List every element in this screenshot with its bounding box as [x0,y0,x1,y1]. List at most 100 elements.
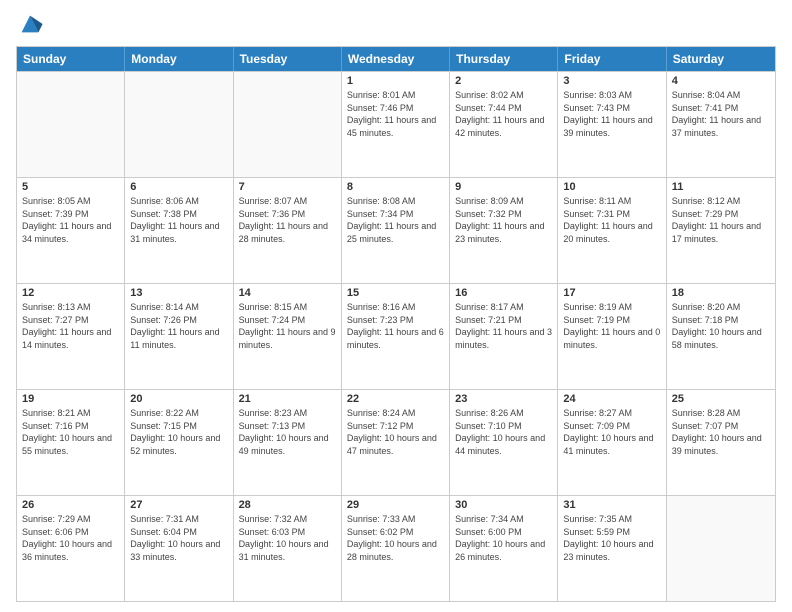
calendar-day-cell: 28Sunrise: 7:32 AM Sunset: 6:03 PM Dayli… [234,496,342,601]
cell-date: 27 [130,499,227,511]
calendar-day-cell: 31 Sunrise: 7:35 AM Sunset: 5:59 PM Dayli… [558,496,666,601]
cell-info: Sunrise: 8:24 AM Sunset: 7:12 PM Dayligh… [347,407,444,457]
cell-info: Sunrise: 8:03 AM Sunset: 7:43 PM Dayligh… [563,89,660,139]
cell-info: Sunrise: 8:05 AM Sunset: 7:39 PM Dayligh… [22,195,119,245]
cell-date: 24 [563,393,660,405]
page: SundayMondayTuesdayWednesdayThursdayFrid… [0,0,792,612]
cell-info: Sunrise: 8:01 AM Sunset: 7:46 PM Dayligh… [347,89,444,139]
cell-date: 21 [239,393,336,405]
cell-info: Sunrise: 8:09 AM Sunset: 7:32 PM Dayligh… [455,195,552,245]
cell-date: 3 [563,75,660,87]
cell-info: Sunrise: 7:35 AM Sunset: 5:59 PM Dayligh… [563,513,660,563]
calendar-day-cell: 14 Sunrise: 8:15 AM Sunset: 7:24 PM Dayli… [234,284,342,389]
logo-icon [16,10,44,38]
calendar-day-cell: 26Sunrise: 7:29 AM Sunset: 6:06 PM Dayli… [17,496,125,601]
calendar-day-cell: 5 Sunrise: 8:05 AM Sunset: 7:39 PM Daylig… [17,178,125,283]
cell-date: 2 [455,75,552,87]
cell-info: Sunrise: 8:19 AM Sunset: 7:19 PM Dayligh… [563,301,660,351]
calendar-day-cell [667,496,775,601]
cell-info: Sunrise: 8:04 AM Sunset: 7:41 PM Dayligh… [672,89,770,139]
calendar-day-cell: 10 Sunrise: 8:11 AM Sunset: 7:31 PM Dayli… [558,178,666,283]
cell-date: 22 [347,393,444,405]
calendar-day-cell: 2Sunrise: 8:02 AM Sunset: 7:44 PM Daylig… [450,72,558,177]
calendar-week-0: 1 Sunrise: 8:01 AM Sunset: 7:46 PM Daylig… [17,71,775,177]
cell-info: Sunrise: 8:08 AM Sunset: 7:34 PM Dayligh… [347,195,444,245]
cell-date: 9 [455,181,552,193]
calendar-day-cell: 30 Sunrise: 7:34 AM Sunset: 6:00 PM Dayli… [450,496,558,601]
calendar-week-3: 19Sunrise: 8:21 AM Sunset: 7:16 PM Dayli… [17,389,775,495]
calendar-week-4: 26Sunrise: 7:29 AM Sunset: 6:06 PM Dayli… [17,495,775,601]
calendar-day-cell: 22 Sunrise: 8:24 AM Sunset: 7:12 PM Dayli… [342,390,450,495]
calendar-header-wednesday: Wednesday [342,47,450,71]
cell-date: 14 [239,287,336,299]
cell-info: Sunrise: 7:29 AM Sunset: 6:06 PM Dayligh… [22,513,119,563]
header [16,10,776,38]
cell-info: Sunrise: 7:32 AM Sunset: 6:03 PM Dayligh… [239,513,336,563]
cell-date: 1 [347,75,444,87]
cell-info: Sunrise: 8:07 AM Sunset: 7:36 PM Dayligh… [239,195,336,245]
calendar-day-cell: 23Sunrise: 8:26 AM Sunset: 7:10 PM Dayli… [450,390,558,495]
cell-info: Sunrise: 8:28 AM Sunset: 7:07 PM Dayligh… [672,407,770,457]
cell-date: 4 [672,75,770,87]
calendar-day-cell: 18 Sunrise: 8:20 AM Sunset: 7:18 PM Dayli… [667,284,775,389]
calendar-day-cell: 19Sunrise: 8:21 AM Sunset: 7:16 PM Dayli… [17,390,125,495]
calendar-day-cell: 17 Sunrise: 8:19 AM Sunset: 7:19 PM Dayli… [558,284,666,389]
cell-info: Sunrise: 8:13 AM Sunset: 7:27 PM Dayligh… [22,301,119,351]
calendar-header-tuesday: Tuesday [234,47,342,71]
cell-info: Sunrise: 8:11 AM Sunset: 7:31 PM Dayligh… [563,195,660,245]
cell-info: Sunrise: 8:15 AM Sunset: 7:24 PM Dayligh… [239,301,336,351]
calendar-day-cell: 24 Sunrise: 8:27 AM Sunset: 7:09 PM Dayli… [558,390,666,495]
cell-date: 17 [563,287,660,299]
cell-info: Sunrise: 8:21 AM Sunset: 7:16 PM Dayligh… [22,407,119,457]
calendar-day-cell: 7Sunrise: 8:07 AM Sunset: 7:36 PM Daylig… [234,178,342,283]
logo [16,10,48,38]
cell-date: 8 [347,181,444,193]
calendar-week-1: 5 Sunrise: 8:05 AM Sunset: 7:39 PM Daylig… [17,177,775,283]
cell-info: Sunrise: 7:34 AM Sunset: 6:00 PM Dayligh… [455,513,552,563]
cell-date: 20 [130,393,227,405]
cell-date: 5 [22,181,119,193]
calendar-day-cell [234,72,342,177]
calendar-day-cell: 21 Sunrise: 8:23 AM Sunset: 7:13 PM Dayli… [234,390,342,495]
cell-info: Sunrise: 8:17 AM Sunset: 7:21 PM Dayligh… [455,301,552,351]
cell-info: Sunrise: 8:06 AM Sunset: 7:38 PM Dayligh… [130,195,227,245]
cell-date: 10 [563,181,660,193]
calendar-day-cell: 6 Sunrise: 8:06 AM Sunset: 7:38 PM Daylig… [125,178,233,283]
cell-date: 30 [455,499,552,511]
calendar-day-cell: 1 Sunrise: 8:01 AM Sunset: 7:46 PM Daylig… [342,72,450,177]
cell-info: Sunrise: 8:20 AM Sunset: 7:18 PM Dayligh… [672,301,770,351]
cell-date: 13 [130,287,227,299]
cell-date: 15 [347,287,444,299]
cell-info: Sunrise: 8:23 AM Sunset: 7:13 PM Dayligh… [239,407,336,457]
calendar-body: 1 Sunrise: 8:01 AM Sunset: 7:46 PM Daylig… [17,71,775,601]
calendar-day-cell: 13 Sunrise: 8:14 AM Sunset: 7:26 PM Dayli… [125,284,233,389]
calendar-day-cell: 9 Sunrise: 8:09 AM Sunset: 7:32 PM Daylig… [450,178,558,283]
cell-info: Sunrise: 8:27 AM Sunset: 7:09 PM Dayligh… [563,407,660,457]
calendar-day-cell: 4 Sunrise: 8:04 AM Sunset: 7:41 PM Daylig… [667,72,775,177]
cell-date: 18 [672,287,770,299]
calendar-header-saturday: Saturday [667,47,775,71]
cell-date: 31 [563,499,660,511]
calendar-header-sunday: Sunday [17,47,125,71]
calendar-header-friday: Friday [558,47,666,71]
calendar-day-cell [125,72,233,177]
cell-info: Sunrise: 8:22 AM Sunset: 7:15 PM Dayligh… [130,407,227,457]
calendar-header-thursday: Thursday [450,47,558,71]
cell-info: Sunrise: 8:14 AM Sunset: 7:26 PM Dayligh… [130,301,227,351]
calendar: SundayMondayTuesdayWednesdayThursdayFrid… [16,46,776,602]
cell-date: 6 [130,181,227,193]
calendar-day-cell: 15 Sunrise: 8:16 AM Sunset: 7:23 PM Dayli… [342,284,450,389]
cell-date: 16 [455,287,552,299]
calendar-day-cell: 11Sunrise: 8:12 AM Sunset: 7:29 PM Dayli… [667,178,775,283]
cell-date: 29 [347,499,444,511]
cell-date: 23 [455,393,552,405]
cell-info: Sunrise: 8:16 AM Sunset: 7:23 PM Dayligh… [347,301,444,351]
calendar-day-cell: 8 Sunrise: 8:08 AM Sunset: 7:34 PM Daylig… [342,178,450,283]
calendar-day-cell: 3 Sunrise: 8:03 AM Sunset: 7:43 PM Daylig… [558,72,666,177]
cell-info: Sunrise: 7:33 AM Sunset: 6:02 PM Dayligh… [347,513,444,563]
cell-date: 11 [672,181,770,193]
calendar-day-cell: 12 Sunrise: 8:13 AM Sunset: 7:27 PM Dayli… [17,284,125,389]
cell-date: 12 [22,287,119,299]
calendar-day-cell: 25Sunrise: 8:28 AM Sunset: 7:07 PM Dayli… [667,390,775,495]
calendar-header: SundayMondayTuesdayWednesdayThursdayFrid… [17,47,775,71]
